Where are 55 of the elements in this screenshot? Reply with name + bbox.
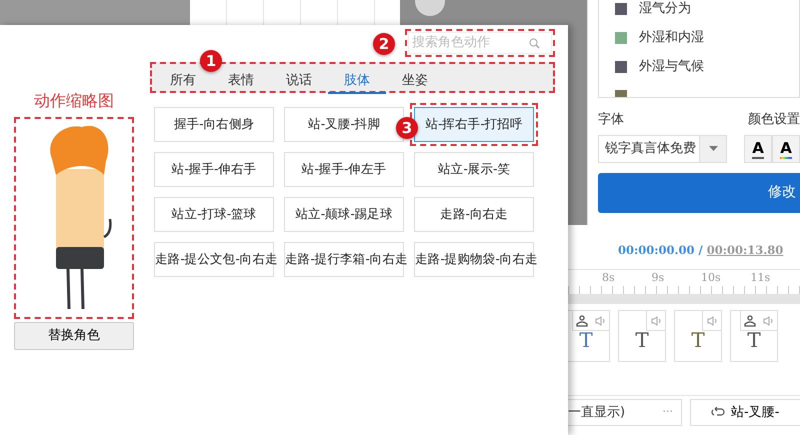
speaker-icon — [706, 316, 718, 326]
speaker-icon — [762, 316, 774, 326]
font-label: 字体 — [598, 111, 624, 129]
loop-icon — [711, 407, 725, 418]
clip-glyph: T — [746, 327, 762, 354]
legend-label: 外湿与气候 — [639, 58, 704, 76]
ruler-label: 8s — [602, 270, 616, 286]
action-button[interactable]: 站立-打球-篮球 — [154, 197, 274, 232]
action-button[interactable]: 走路-提行李箱-向右走 — [284, 242, 404, 277]
clip-glyph: T — [578, 327, 594, 354]
tab[interactable]: 肢体 — [328, 67, 386, 94]
current-time: 00:00:00.00 — [618, 243, 695, 257]
color-settings-label: 颜色设置 — [748, 111, 800, 129]
clip-glyph: T — [634, 327, 650, 354]
caption-field[interactable]: 一直显示) ··· — [568, 399, 682, 426]
tab[interactable]: 说话 — [270, 67, 328, 94]
ruler-label: 10s — [701, 270, 722, 286]
search-icon — [529, 38, 540, 48]
font-dropdown[interactable]: 锐字真言体免费 — [598, 134, 727, 162]
action-button[interactable]: 走路-提公文包-向右走 — [154, 242, 274, 277]
annotation-label: 动作缩略图 — [34, 90, 114, 112]
action-button[interactable]: 握手-向右侧身 — [154, 107, 274, 142]
clip-glyph: T — [690, 327, 706, 354]
search-field[interactable]: 搜索角色动作 — [408, 32, 552, 54]
text-color-button[interactable]: A — [772, 134, 800, 162]
action-button[interactable]: 站立-颠球-踢足球 — [284, 197, 404, 232]
action-button[interactable]: 站-叉腰- — [690, 399, 800, 426]
text-clip[interactable]: T — [618, 310, 666, 362]
person-icon — [744, 314, 756, 327]
text-clip[interactable]: T — [730, 310, 778, 362]
caption-text: 一直显示) — [568, 404, 626, 422]
action-button[interactable]: 站-叉腰-抖脚 — [284, 107, 404, 142]
person-icon — [576, 314, 588, 327]
caret-icon — [708, 146, 718, 151]
action-button[interactable]: 走路-提购物袋-向右走 — [414, 242, 534, 277]
total-time: 00:00:13.80 — [706, 243, 784, 257]
text-color-button[interactable]: A — [744, 134, 772, 162]
legend-label: 湿气分为 — [639, 0, 691, 18]
action-button[interactable]: 站-握手-伸右手 — [154, 152, 274, 187]
ruler-label: 11s — [750, 270, 772, 286]
time-separator: / — [698, 243, 703, 257]
callout-number: 2 — [373, 33, 395, 55]
action-button[interactable]: 走路-向右走 — [414, 197, 534, 232]
action-button[interactable]: 站立-展示-笑 — [414, 152, 534, 187]
speaker-icon — [594, 316, 606, 326]
callout-number: 1 — [200, 50, 222, 72]
ruler-label: 9s — [652, 270, 666, 286]
speaker-icon — [650, 316, 662, 326]
legend-label: 外湿和内湿 — [639, 28, 704, 47]
replace-character-button[interactable]: 替换角色 — [14, 322, 134, 350]
text-clip[interactable]: T — [568, 310, 610, 362]
apply-button[interactable]: 修改 — [598, 172, 800, 212]
action-button[interactable]: 站-握手-伸左手 — [284, 152, 404, 187]
tab[interactable]: 坐姿 — [386, 67, 444, 94]
text-clip[interactable]: T — [674, 310, 722, 362]
